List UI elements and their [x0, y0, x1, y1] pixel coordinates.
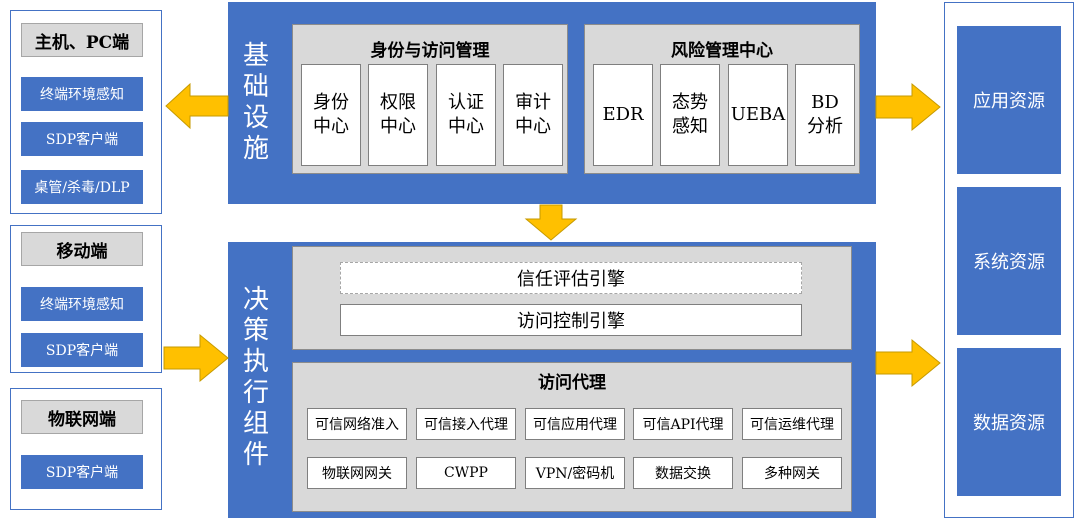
arrow-right-icon — [875, 338, 941, 388]
arrow-right-icon — [875, 82, 941, 132]
arrow-left-icon — [165, 82, 229, 130]
arrow-right-icon — [163, 333, 229, 383]
arrow-down-icon — [524, 204, 578, 241]
arrows-layer — [163, 82, 941, 388]
